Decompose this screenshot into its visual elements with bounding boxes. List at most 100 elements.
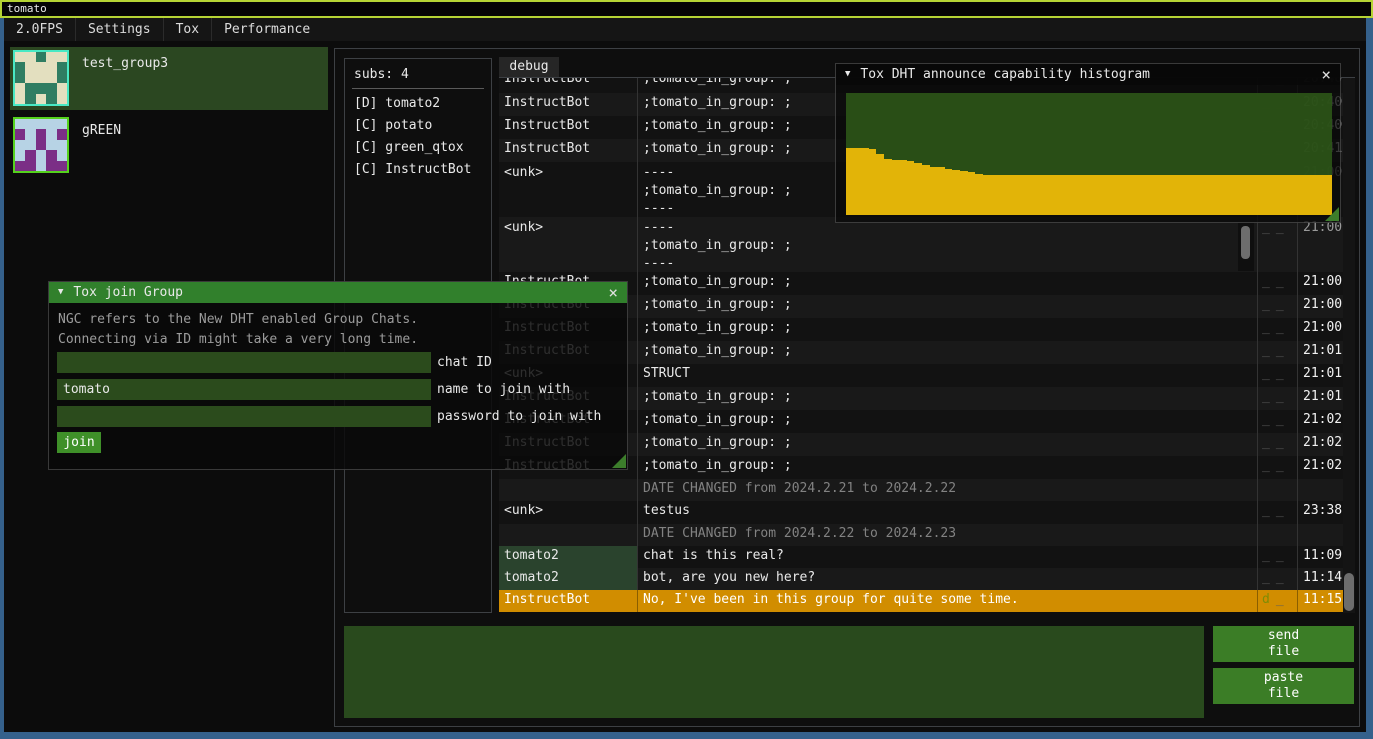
chat-cell-name: tomato2 [499, 546, 638, 568]
histogram-bar [861, 148, 869, 215]
chat-cell-flags: __ [1258, 364, 1298, 387]
chat-cell-name: InstructBot [499, 590, 638, 612]
chat-cell-flags: __ [1258, 295, 1298, 318]
menu-item-settings[interactable]: Settings [76, 18, 163, 41]
group-avatar [13, 50, 69, 106]
histogram-bar [1264, 175, 1272, 215]
chat-cell-time: 11:09 [1298, 546, 1343, 568]
chat-cell-flags: __ [1258, 456, 1298, 479]
subs-member-list: [D] tomato2[C] potato[C] green_qtox[C] I… [345, 93, 491, 181]
menu-item-tox[interactable]: Tox [164, 18, 211, 41]
dht-histogram-titlebar[interactable]: ▼ Tox DHT announce capability histogram … [836, 64, 1340, 85]
chat-cell-flags: __ [1258, 341, 1298, 364]
histogram-bar [960, 171, 968, 215]
histogram-bar [846, 148, 854, 215]
message-input[interactable] [344, 626, 1204, 718]
dht-histogram-title: Tox DHT announce capability histogram [860, 67, 1150, 82]
histogram-bar [1059, 175, 1067, 215]
chat-id-input[interactable] [57, 352, 431, 373]
sidebar-group-gREEN[interactable]: gREEN [10, 114, 328, 172]
message-scrollbar[interactable] [1238, 223, 1254, 271]
chat-cell-time: 21:01 [1298, 387, 1343, 410]
histogram-plot [846, 93, 1332, 215]
join-group-titlebar[interactable]: ▼ Tox join Group × [49, 282, 627, 303]
sidebar-group-test_group3[interactable]: test_group3 [10, 47, 328, 110]
histogram-bar [1089, 175, 1097, 215]
histogram-bar [1226, 175, 1234, 215]
histogram-bar [1051, 175, 1059, 215]
send-file-button[interactable]: send file [1213, 626, 1354, 662]
chat-cell-msg: ;tomato_in_group: ; [638, 456, 1258, 479]
join-password-input[interactable] [57, 406, 431, 427]
menu-bar: 2.0FPS Settings Tox Performance [4, 18, 1366, 41]
chat-row[interactable]: <unk>testus__23:38 [499, 501, 1343, 524]
message-scrollbar-thumb[interactable] [1241, 226, 1250, 259]
chat-scrollbar[interactable] [1343, 78, 1355, 613]
chat-row[interactable]: DATE CHANGED from 2024.2.21 to 2024.2.22 [499, 479, 1343, 501]
paste-file-button[interactable]: paste file [1213, 668, 1354, 704]
chat-cell-name [499, 524, 638, 546]
collapse-arrow-icon[interactable]: ▼ [845, 64, 850, 85]
resize-grip[interactable] [612, 454, 626, 468]
resize-grip[interactable] [1325, 207, 1339, 221]
histogram-bar [1165, 175, 1173, 215]
join-name-input[interactable] [57, 379, 431, 400]
chat-scrollbar-thumb[interactable] [1344, 573, 1354, 611]
menu-item-performance[interactable]: Performance [212, 18, 322, 41]
histogram-bar [1043, 175, 1051, 215]
histogram-bar [1248, 175, 1256, 215]
chat-cell-name: InstructBot [499, 116, 638, 139]
chat-row[interactable]: InstructBotNo, I've been in this group f… [499, 590, 1343, 612]
chat-cell-msg: STRUCT [638, 364, 1258, 387]
histogram-bar [937, 167, 945, 215]
subs-member[interactable]: [C] green_qtox [345, 137, 491, 159]
subs-member[interactable]: [C] potato [345, 115, 491, 137]
histogram-bar [1028, 175, 1036, 215]
histogram-bar [998, 175, 1006, 215]
chat-row[interactable]: <unk>---- ;tomato_in_group: ; ----__21:0… [499, 217, 1343, 272]
chat-cell-msg: ;tomato_in_group: ; [638, 410, 1258, 433]
chat-cell-time: 21:00 [1298, 318, 1343, 341]
histogram-bar [1081, 175, 1089, 215]
window-titlebar[interactable]: tomato [0, 0, 1373, 18]
chat-cell-msg: DATE CHANGED from 2024.2.22 to 2024.2.23 [638, 524, 1258, 546]
chat-cell-time: 11:15 [1298, 590, 1343, 612]
subs-member[interactable]: [D] tomato2 [345, 93, 491, 115]
desktop-edge-left [0, 18, 4, 739]
histogram-bar [1104, 175, 1112, 215]
chat-cell-msg: ---- ;tomato_in_group: ; ---- [638, 217, 1258, 272]
join-group-window: ▼ Tox join Group × NGC refers to the New… [48, 281, 628, 470]
histogram-bar [975, 174, 983, 215]
histogram-bar [1036, 175, 1044, 215]
group-avatar [13, 117, 69, 173]
close-icon[interactable]: × [1321, 66, 1331, 84]
join-name-label: name to join with [437, 382, 570, 397]
join-group-title: Tox join Group [73, 285, 183, 300]
chat-row[interactable]: tomato2bot, are you new here?__11:14 [499, 568, 1343, 590]
chat-row[interactable]: tomato2chat is this real?__11:09 [499, 546, 1343, 568]
chat-cell-flags: __ [1258, 387, 1298, 410]
chat-cell-msg: testus [638, 501, 1258, 524]
chat-row[interactable]: DATE CHANGED from 2024.2.22 to 2024.2.23 [499, 524, 1343, 546]
histogram-bar [1180, 175, 1188, 215]
histogram-bar [1211, 175, 1219, 215]
chat-cell-flags: __ [1258, 568, 1298, 590]
chat-cell-msg: ;tomato_in_group: ; [638, 272, 1258, 295]
histogram-bar [1112, 175, 1120, 215]
chat-cell-msg: ;tomato_in_group: ; [638, 387, 1258, 410]
chat-cell-flags: __ [1258, 433, 1298, 456]
close-icon[interactable]: × [608, 284, 618, 302]
collapse-arrow-icon[interactable]: ▼ [58, 282, 63, 303]
tab-debug[interactable]: debug [499, 57, 559, 77]
join-desc-line1: NGC refers to the New DHT enabled Group … [58, 312, 418, 327]
histogram-bar [1271, 175, 1279, 215]
chat-cell-flags: __ [1258, 501, 1298, 524]
subs-member[interactable]: [C] InstructBot [345, 159, 491, 181]
join-button[interactable]: join [57, 432, 101, 453]
menu-item-fps: 2.0FPS [4, 18, 75, 41]
chat-cell-time: 21:01 [1298, 341, 1343, 364]
histogram-bar [1233, 175, 1241, 215]
chat-cell-name: <unk> [499, 162, 638, 217]
desktop-edge-bottom [0, 732, 1373, 739]
join-desc-line2: Connecting via ID might take a very long… [58, 332, 418, 347]
